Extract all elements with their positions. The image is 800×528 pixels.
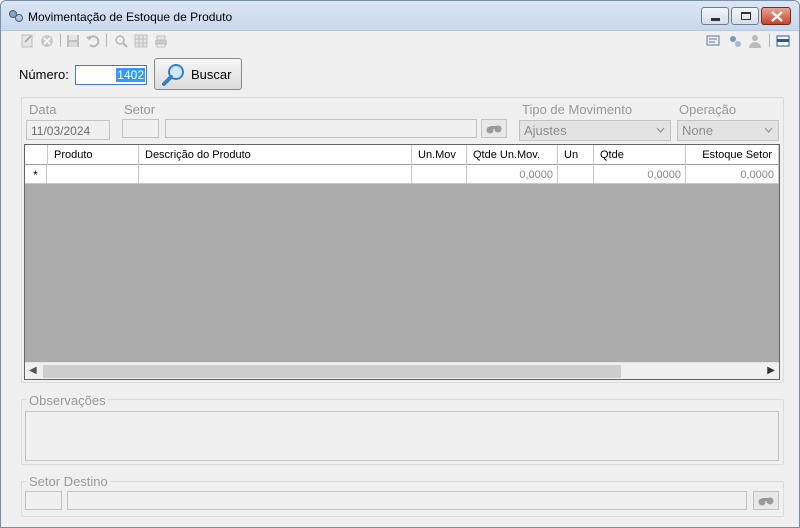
setor-destino-name-field[interactable]: [67, 491, 747, 510]
column-header-un-mov[interactable]: Un.Mov: [412, 145, 467, 165]
window-title: Movimentação de Estoque de Produto: [28, 10, 233, 24]
new-icon[interactable]: [19, 33, 35, 49]
column-header-estoque-setor[interactable]: Estoque Setor: [686, 145, 779, 165]
chevron-down-icon: [764, 127, 773, 133]
observacoes-textarea[interactable]: [25, 411, 779, 461]
search-icon[interactable]: [113, 33, 129, 49]
items-grid[interactable]: Produto Descrição do Produto Un.Mov Qtde…: [24, 144, 780, 380]
maximize-icon: [741, 12, 751, 20]
column-header-descricao[interactable]: Descrição do Produto: [139, 145, 412, 165]
buscar-label: Buscar: [191, 67, 232, 82]
app-icon: [9, 10, 23, 22]
setor-destino-lookup-button[interactable]: [753, 491, 779, 510]
operacao-label: Operação: [677, 102, 739, 117]
menu-icon[interactable]: [775, 33, 791, 49]
main-window: Movimentação de Estoque de Produto Númer…: [0, 0, 800, 528]
setor-lookup-button[interactable]: [481, 119, 507, 138]
print-icon[interactable]: [153, 33, 169, 49]
new-row-marker: *: [25, 165, 47, 184]
operacao-select[interactable]: None: [677, 120, 779, 141]
undo-icon[interactable]: [85, 33, 101, 49]
cell-produto[interactable]: [48, 165, 139, 184]
magnifier-icon: [162, 64, 184, 86]
scroll-thumb[interactable]: [43, 365, 621, 378]
cell-qtde[interactable]: 0,0000: [594, 165, 686, 184]
buscar-button[interactable]: Buscar: [154, 58, 242, 90]
column-header-produto[interactable]: Produto: [48, 145, 139, 165]
setor-destino-code-field[interactable]: [25, 491, 62, 510]
scroll-left-icon[interactable]: ◀: [29, 365, 37, 376]
cell-estoque-setor[interactable]: 0,0000: [686, 165, 779, 184]
observacoes-label: Observações: [27, 393, 108, 408]
setor-label: Setor: [122, 102, 158, 117]
print-preview-icon[interactable]: [705, 33, 721, 49]
grid-icon[interactable]: [133, 33, 149, 49]
minimize-button[interactable]: [701, 7, 729, 25]
cell-descricao[interactable]: [139, 165, 412, 184]
user-icon[interactable]: [747, 33, 763, 49]
binoculars-icon: [486, 125, 502, 134]
grid-horizontal-scrollbar[interactable]: ◀ ▶: [25, 362, 779, 379]
toolbar-separator: [106, 34, 107, 47]
column-header-qtde[interactable]: Qtde: [594, 145, 686, 165]
title-bar: Movimentação de Estoque de Produto: [1, 1, 799, 31]
numero-label: Número:: [19, 67, 69, 82]
chevron-down-icon: [656, 127, 665, 133]
table-row-new[interactable]: * 0,0000 0,0000 0,0000: [25, 165, 779, 184]
save-icon[interactable]: [65, 33, 81, 49]
scroll-right-icon[interactable]: ▶: [767, 365, 775, 376]
column-header-qtde-un-mov[interactable]: Qtde Un.Mov.: [467, 145, 558, 165]
toolbar-separator: [769, 34, 770, 47]
row-header-corner: [25, 145, 48, 165]
toolbar-separator: [60, 34, 61, 47]
tipo-movimento-value: Ajustes: [524, 123, 567, 138]
numero-input[interactable]: 1402: [75, 65, 147, 85]
column-header-un[interactable]: Un: [558, 145, 594, 165]
maximize-button[interactable]: [731, 7, 759, 25]
setor-destino-label: Setor Destino: [27, 474, 110, 489]
grid-header: Produto Descrição do Produto Un.Mov Qtde…: [25, 145, 779, 165]
cell-un-mov[interactable]: [412, 165, 467, 184]
cancel-icon[interactable]: [39, 33, 55, 49]
cell-qtde-un-mov[interactable]: 0,0000: [467, 165, 558, 184]
tipo-movimento-label: Tipo de Movimento: [520, 102, 635, 117]
close-button[interactable]: [761, 7, 791, 25]
operacao-value: None: [682, 123, 714, 138]
data-field[interactable]: 11/03/2024: [26, 120, 110, 140]
minimize-icon: [711, 18, 720, 21]
numero-value: 1402: [116, 68, 145, 82]
close-icon: [771, 11, 783, 22]
binoculars-icon: [758, 497, 774, 506]
toolbar: [1, 32, 799, 50]
setor-code-field[interactable]: [122, 119, 159, 138]
tipo-movimento-select[interactable]: Ajustes: [519, 120, 671, 141]
settings-icon[interactable]: [727, 33, 743, 49]
cell-un[interactable]: [558, 165, 594, 184]
setor-name-field[interactable]: [165, 119, 477, 138]
data-label: Data: [27, 102, 59, 117]
